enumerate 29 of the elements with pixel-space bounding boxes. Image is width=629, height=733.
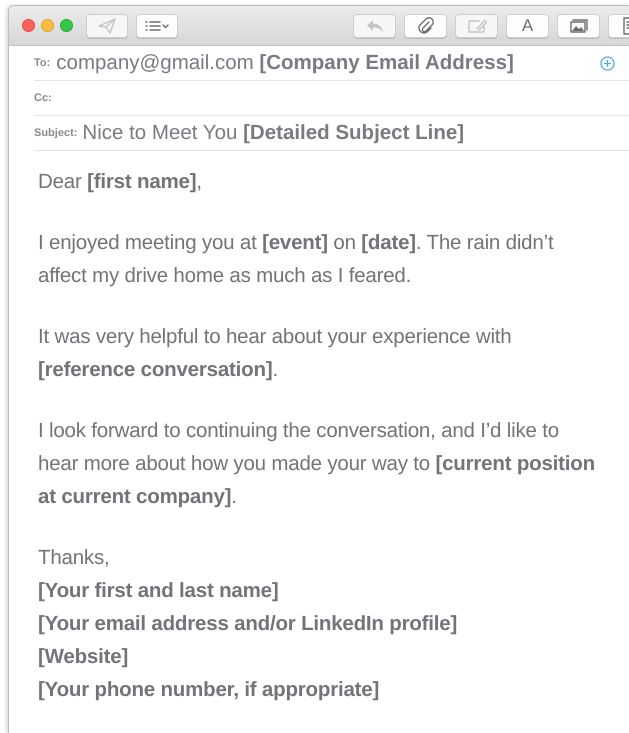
signature-line: [Your phone number, if appropriate] xyxy=(38,677,380,703)
font-icon: A xyxy=(522,17,534,34)
paper-plane-icon xyxy=(98,18,116,34)
body-paragraph: I look forward to continuing the conversation, and I’d like to hear more about how you made your way to [current position at current company]. xyxy=(38,418,596,510)
reply-arrow-icon xyxy=(366,18,384,32)
to-label: To: xyxy=(34,56,50,71)
toolbar-button[interactable] xyxy=(557,14,600,38)
signature-line: [Your email address and/or LinkedIn profile] xyxy=(38,611,458,637)
photo-icon xyxy=(570,18,588,32)
add-contact-icon[interactable] xyxy=(600,56,615,70)
close-window-button[interactable] xyxy=(22,19,35,32)
toolbar-button[interactable] xyxy=(404,14,447,38)
subject-field[interactable]: Nice to Meet You [Detailed Subject Line] xyxy=(82,118,464,148)
paperclip-icon xyxy=(418,16,434,34)
signature-line: [Your first and last name] xyxy=(38,578,280,604)
cc-label: Cc: xyxy=(34,90,52,106)
toolbar-button[interactable]: A xyxy=(506,14,549,38)
zoom-window-button[interactable] xyxy=(60,19,73,32)
subject-label: Subject: xyxy=(34,126,78,141)
minimize-window-button[interactable] xyxy=(41,19,54,32)
body-paragraph: I enjoyed meeting you at [event] on [date]. The rain didn’t affect my drive home as much as I feared. xyxy=(38,230,554,289)
closing-text: Thanks, xyxy=(38,545,111,571)
body-paragraph: Dear [first name], xyxy=(38,169,203,195)
to-field[interactable]: company@gmail.com [Company Email Address] xyxy=(56,48,514,78)
toolbar-button[interactable] xyxy=(136,14,178,38)
list-dropdown-icon xyxy=(145,20,169,30)
signature-line: [Website] xyxy=(38,644,130,670)
markup-icon xyxy=(466,18,486,34)
body-paragraph: It was very helpful to hear about your experience with [reference conversation]. xyxy=(38,324,512,383)
